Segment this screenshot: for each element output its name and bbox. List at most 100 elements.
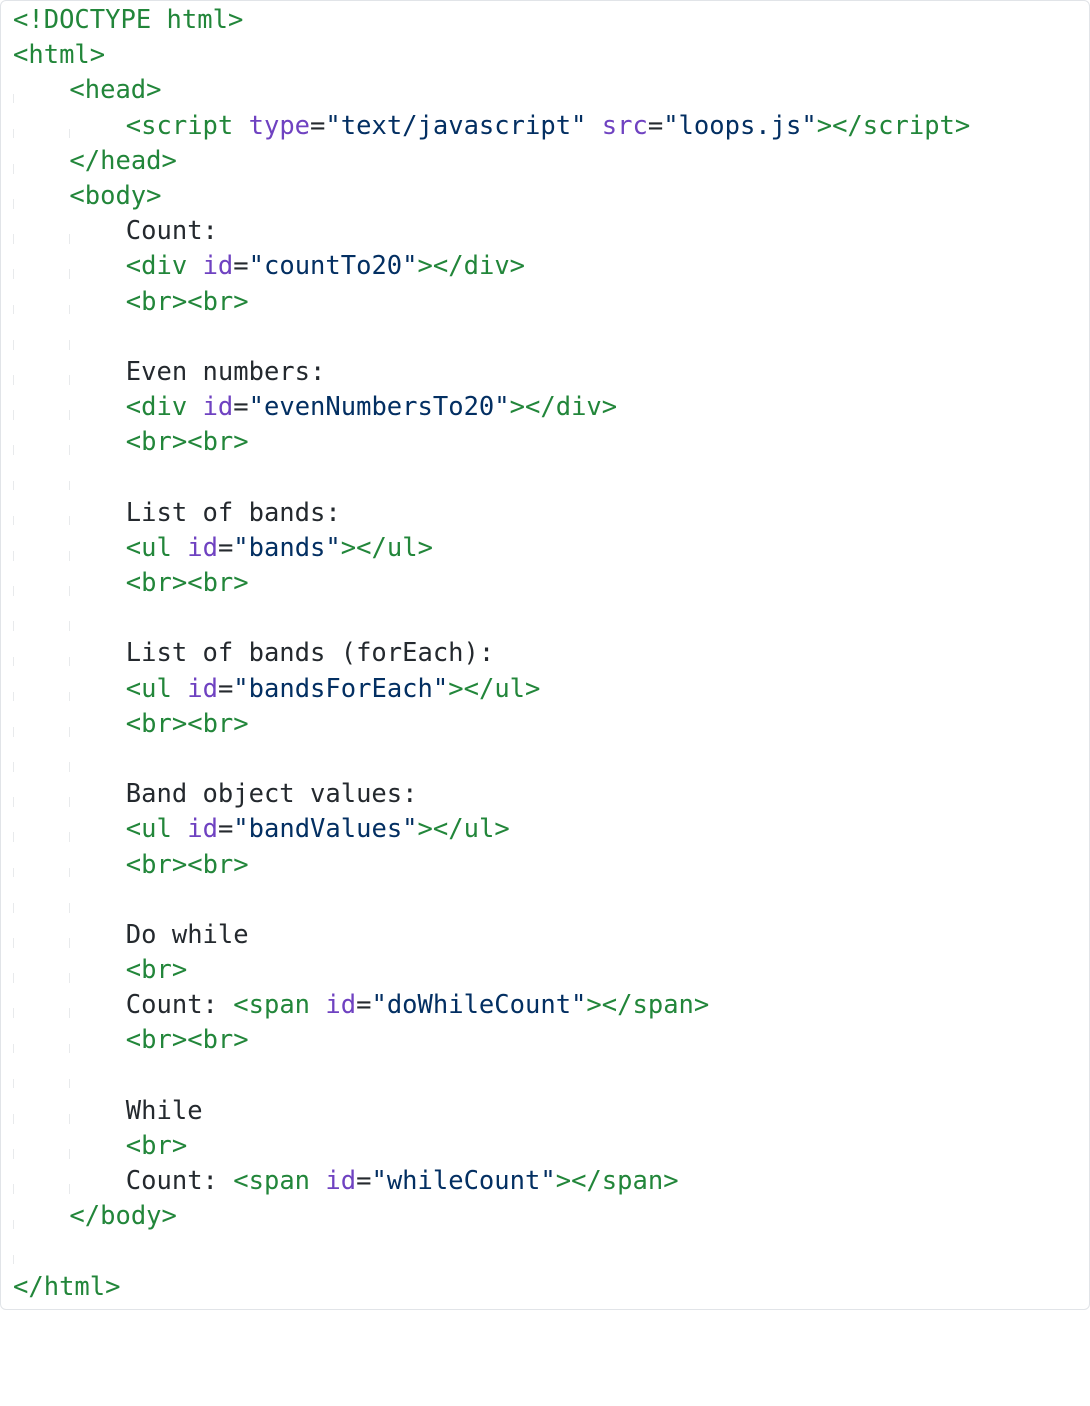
doctype-keyword: DOCTYPE: [44, 5, 151, 35]
eq: =: [233, 251, 248, 281]
code-line: </head>: [13, 144, 1089, 179]
attr-name: id: [325, 1166, 356, 1196]
tag-name: ul: [387, 533, 418, 563]
attr-value: "bandValues": [233, 814, 417, 844]
tag-open: <: [187, 709, 202, 739]
tag-close: >: [172, 427, 187, 457]
code-line: List of bands (forEach):: [13, 636, 1089, 671]
tag-close: >: [525, 674, 540, 704]
attr-value: "doWhileCount": [371, 990, 586, 1020]
tag-name: ul: [141, 814, 172, 844]
tag-close: >: [510, 251, 525, 281]
text: Count:: [126, 990, 233, 1020]
tag-close: >: [172, 1131, 187, 1161]
tag-open: <: [126, 850, 141, 880]
tag-close: >: [172, 955, 187, 985]
code-line: <body>: [13, 179, 1089, 214]
attr-name: id: [187, 533, 218, 563]
blank-line: [13, 320, 1089, 355]
tag-open: <: [187, 427, 202, 457]
text: Count:: [126, 1166, 233, 1196]
code-line: Do while: [13, 918, 1089, 953]
code-line: <script type="text/javascript" src="loop…: [13, 109, 1089, 144]
code-line: <br>: [13, 1129, 1089, 1164]
tag-open: <: [126, 392, 141, 422]
code-line: List of bands:: [13, 496, 1089, 531]
tag-name: span: [249, 990, 310, 1020]
tag-name: br: [203, 709, 234, 739]
attr-name: id: [187, 674, 218, 704]
tag-close: >: [90, 40, 105, 70]
tag-name: br: [141, 287, 172, 317]
tag-name: br: [203, 427, 234, 457]
tag-name: br: [141, 709, 172, 739]
text: List of bands (forEach):: [126, 638, 494, 668]
sp: [172, 814, 187, 844]
code-line: Count:: [13, 214, 1089, 249]
tag-name: br: [141, 955, 172, 985]
tag-close: >: [418, 533, 433, 563]
tag-name: head: [100, 146, 161, 176]
tag-close: >: [172, 1025, 187, 1055]
attr-value: "evenNumbersTo20": [249, 392, 510, 422]
text: Band object values:: [126, 779, 418, 809]
tag-close: >: [586, 990, 601, 1020]
eq: =: [218, 674, 233, 704]
tag-name: body: [85, 181, 146, 211]
tag-close: >: [172, 568, 187, 598]
tag-name: script: [141, 111, 233, 141]
tag-name: br: [141, 427, 172, 457]
tag-name: span: [249, 1166, 310, 1196]
tag-open: <: [126, 709, 141, 739]
tag-open: <: [69, 75, 84, 105]
attr-value: "bands": [233, 533, 340, 563]
tag-close: >: [146, 181, 161, 211]
attr-value: "countTo20": [249, 251, 418, 281]
tag-open: <: [126, 287, 141, 317]
text: Count:: [126, 216, 218, 246]
tag-name: div: [141, 251, 187, 281]
tag-open: <: [187, 1025, 202, 1055]
tag-close: >: [233, 568, 248, 598]
tag-open: <: [126, 674, 141, 704]
text: Even numbers:: [126, 357, 326, 387]
tag-open: </: [525, 392, 556, 422]
sp: [187, 392, 202, 422]
tag-close: >: [233, 1025, 248, 1055]
tag-name: ul: [141, 674, 172, 704]
tag-close: >: [694, 990, 709, 1020]
tag-name: span: [602, 1166, 663, 1196]
tag-open: <: [187, 850, 202, 880]
tag-close: >: [233, 287, 248, 317]
tag-close: >: [448, 674, 463, 704]
eq: =: [233, 392, 248, 422]
eq: =: [310, 111, 325, 141]
code-line: <br><br>: [13, 1023, 1089, 1058]
blank-line: [13, 883, 1089, 918]
tag-close: >: [162, 146, 177, 176]
attr-name: id: [203, 251, 234, 281]
tag-open: <: [13, 40, 28, 70]
attr-name: id: [203, 392, 234, 422]
tag-close: >: [494, 814, 509, 844]
tag-close: >: [105, 1272, 120, 1302]
tag-close: >: [817, 111, 832, 141]
tag-name: div: [141, 392, 187, 422]
attr-name: type: [249, 111, 310, 141]
eq: =: [648, 111, 663, 141]
tag-open: <: [187, 568, 202, 598]
attr-name: src: [602, 111, 648, 141]
tag-name: ul: [141, 533, 172, 563]
code-line: <br><br>: [13, 566, 1089, 601]
tag-close: >: [663, 1166, 678, 1196]
code-line: <html>: [13, 38, 1089, 73]
sp: [187, 251, 202, 281]
code-line: <ul id="bandsForEach"></ul>: [13, 672, 1089, 707]
tag-open: <: [126, 1025, 141, 1055]
tag-open: </: [69, 1201, 100, 1231]
code-line: </html>: [13, 1270, 1089, 1305]
code-line: While: [13, 1094, 1089, 1129]
code-line: <br><br>: [13, 285, 1089, 320]
tag-open: <: [187, 287, 202, 317]
tag-name: br: [203, 568, 234, 598]
